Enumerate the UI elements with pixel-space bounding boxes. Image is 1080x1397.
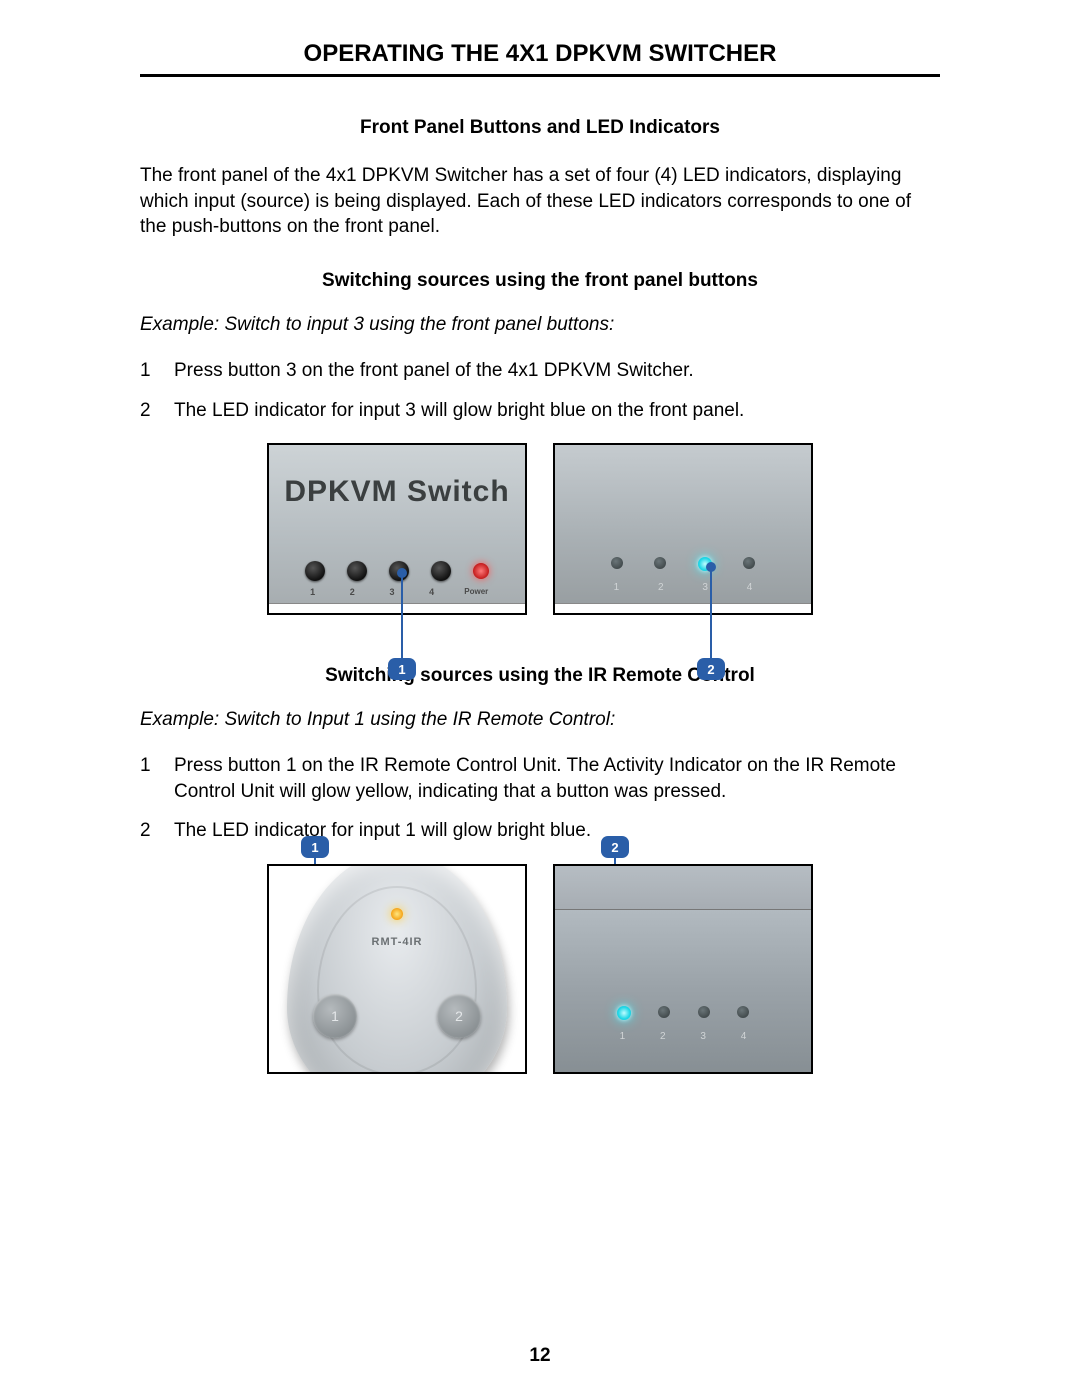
btn-label: 1	[303, 587, 323, 597]
power-label: Power	[461, 587, 491, 597]
step-num: 1	[140, 753, 174, 804]
callout-label-1: 1	[388, 658, 416, 680]
led-2-off-icon	[654, 557, 666, 569]
btn-label: 4	[422, 587, 442, 597]
step-text: The LED indicator for input 3 will glow …	[174, 398, 940, 424]
step-text: Press button 1 on the IR Remote Control …	[174, 753, 940, 804]
figure-row-1: DPKVM Switch 1 2 3 4 Power 1	[140, 443, 940, 615]
led-1-on-icon	[617, 1006, 631, 1020]
figure-1-left: DPKVM Switch 1 2 3 4 Power 1	[267, 443, 527, 615]
remote-activity-led-icon	[391, 908, 403, 920]
step-num: 1	[140, 358, 174, 384]
front-panel-leds-photo-2: 1 2 3 4	[553, 864, 813, 1074]
remote-button-2: 2	[437, 994, 481, 1038]
ir-remote-photo: RMT-4IR 1 2	[267, 864, 527, 1074]
led-2-off-icon	[658, 1006, 670, 1018]
section2-example: Example: Switch to input 3 using the fro…	[140, 314, 940, 336]
button-label-row: 1 2 3 4 Power	[269, 587, 525, 597]
led-label: 4	[743, 582, 757, 593]
section2-steps: 1 Press button 3 on the front panel of t…	[140, 358, 940, 423]
push-button-4	[431, 561, 451, 581]
step-num: 2	[140, 398, 174, 424]
step-text: Press button 3 on the front panel of the…	[174, 358, 940, 384]
figure-2-left: 1 RMT-4IR 1 2	[267, 864, 527, 1074]
step-text: The LED indicator for input 1 will glow …	[174, 818, 940, 844]
figure-row-2: 1 RMT-4IR 1 2 2	[140, 864, 940, 1074]
led-4-off-icon	[737, 1006, 749, 1018]
led-label: 2	[654, 582, 668, 593]
led-4-off-icon	[743, 557, 755, 569]
callout-label-2: 2	[601, 836, 629, 858]
front-panel-buttons-photo: DPKVM Switch 1 2 3 4 Power	[267, 443, 527, 615]
page-number: 12	[0, 1345, 1080, 1367]
section2-heading: Switching sources using the front panel …	[140, 270, 940, 292]
front-panel-leds-photo: 1 2 3 4	[553, 443, 813, 615]
led-label: 3	[696, 1031, 710, 1042]
page-title: OPERATING THE 4X1 DPKVM SWITCHER	[140, 40, 940, 77]
leader-line	[710, 567, 712, 658]
led-row	[555, 1006, 811, 1020]
section1-heading: Front Panel Buttons and LED Indicators	[140, 117, 940, 139]
push-button-2	[347, 561, 367, 581]
power-led-icon	[473, 563, 489, 579]
step-row: 1 Press button 3 on the front panel of t…	[140, 358, 940, 384]
remote-button-1: 1	[313, 994, 357, 1038]
led-label-row: 1 2 3 4	[555, 582, 811, 593]
led-3-off-icon	[698, 1006, 710, 1018]
led-1-off-icon	[611, 557, 623, 569]
device-label-text: DPKVM Switch	[284, 475, 509, 509]
remote-body	[287, 864, 507, 1074]
section1-body: The front panel of the 4x1 DPKVM Switche…	[140, 163, 940, 240]
led-label: 1	[615, 1031, 629, 1042]
btn-label: 3	[382, 587, 402, 597]
led-row	[555, 557, 811, 571]
leader-line	[401, 573, 403, 658]
btn-label: 2	[342, 587, 362, 597]
step-row: 1 Press button 1 on the IR Remote Contro…	[140, 753, 940, 804]
led-label-row: 1 2 3 4	[555, 1031, 811, 1042]
led-label: 1	[609, 582, 623, 593]
figure-1-right: 1 2 3 4 2	[553, 443, 813, 615]
step-row: 2 The LED indicator for input 3 will glo…	[140, 398, 940, 424]
section3-example: Example: Switch to Input 1 using the IR …	[140, 709, 940, 731]
push-button-1	[305, 561, 325, 581]
section3-heading: Switching sources using the IR Remote Co…	[140, 665, 940, 687]
bottom-strip	[269, 603, 525, 613]
step-num: 2	[140, 818, 174, 844]
step-row: 2 The LED indicator for input 1 will glo…	[140, 818, 940, 844]
panel-top-strip	[555, 866, 811, 910]
figure-2-right: 2 1 2 3 4	[553, 864, 813, 1074]
remote-model-text: RMT-4IR	[372, 936, 423, 948]
callout-label-2: 2	[697, 658, 725, 680]
section3-steps: 1 Press button 1 on the IR Remote Contro…	[140, 753, 940, 844]
led-label: 2	[656, 1031, 670, 1042]
callout-label-1: 1	[301, 836, 329, 858]
led-label: 4	[737, 1031, 751, 1042]
bottom-strip	[555, 603, 811, 613]
